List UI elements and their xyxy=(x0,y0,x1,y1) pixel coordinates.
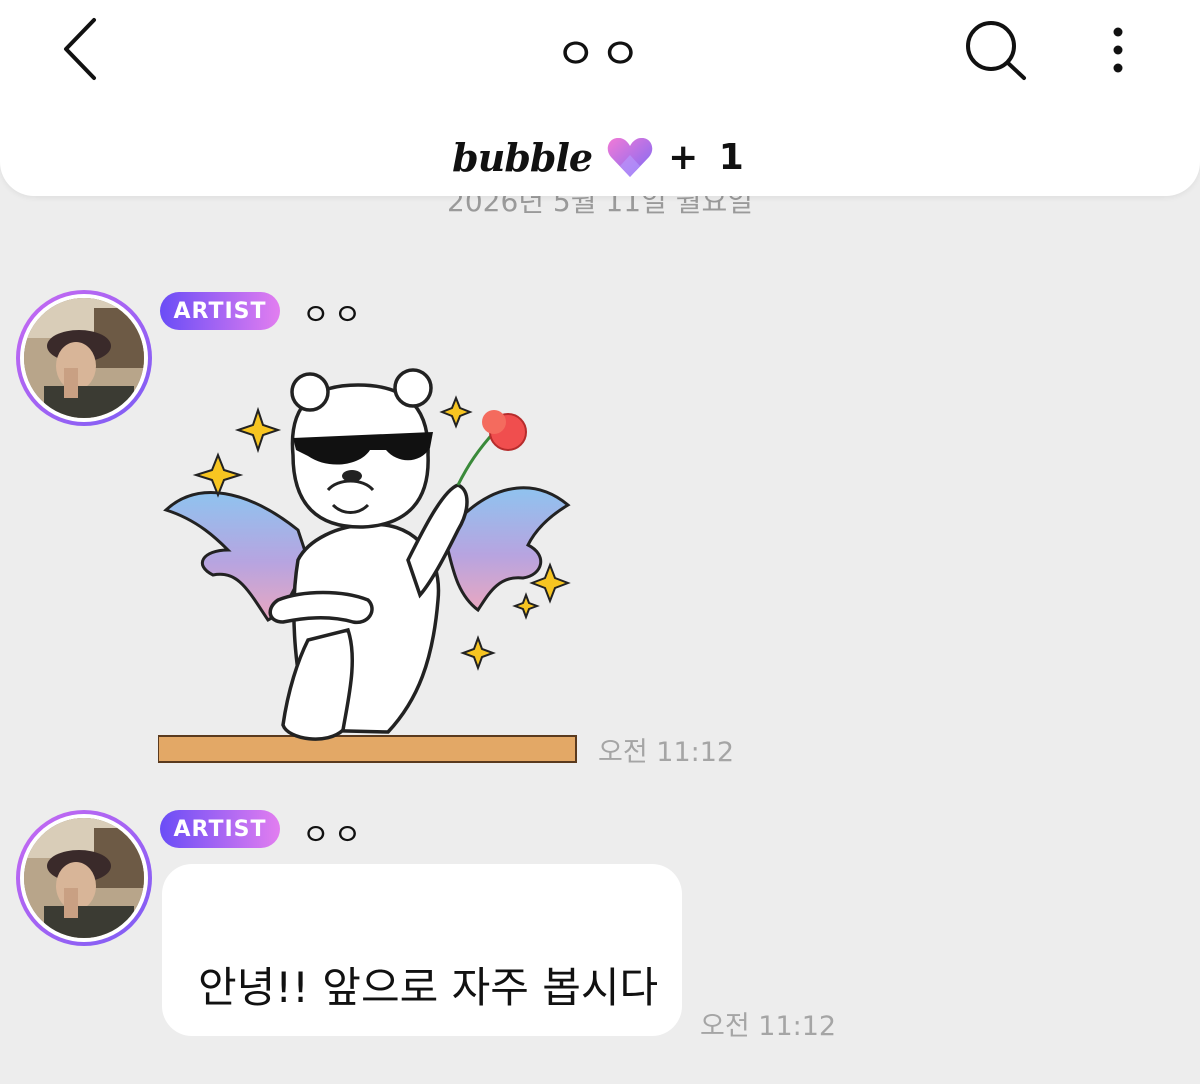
member-count: + 1 xyxy=(668,136,748,178)
chat-screen: ㅇㅇ bubble + 1 2026년 5월 11일 월요일 ARTIST ㅇㅇ… xyxy=(0,0,1200,1084)
heart-icon xyxy=(607,137,653,177)
subscription-bar[interactable]: bubble + 1 xyxy=(0,130,1200,184)
profile-photo xyxy=(24,818,144,938)
sender-name[interactable]: ㅇㅇ xyxy=(302,810,365,854)
message-bubble[interactable]: 안녕!! 앞으로 자주 봅시다 xyxy=(162,864,682,1036)
avatar[interactable] xyxy=(16,810,152,946)
message-time: 오전 11:12 xyxy=(598,737,735,768)
message-time: 오전 11:12 xyxy=(700,1011,837,1042)
artist-badge: ARTIST xyxy=(160,810,280,848)
more-vertical-icon xyxy=(1113,27,1123,73)
avatar[interactable] xyxy=(16,290,152,426)
sticker-image xyxy=(157,368,577,763)
sender-name[interactable]: ㅇㅇ xyxy=(302,290,365,334)
chat-header: ㅇㅇ bubble + 1 xyxy=(0,0,1200,196)
more-options-button[interactable] xyxy=(1094,16,1142,86)
bubble-logo: bubble xyxy=(452,134,593,180)
avatar-image xyxy=(20,814,148,942)
bear-angel-sticker[interactable] xyxy=(157,360,578,764)
artist-badge: ARTIST xyxy=(160,292,280,330)
profile-photo xyxy=(24,298,144,418)
search-button[interactable] xyxy=(958,16,1034,86)
avatar-image xyxy=(20,294,148,422)
search-icon xyxy=(966,21,1026,80)
